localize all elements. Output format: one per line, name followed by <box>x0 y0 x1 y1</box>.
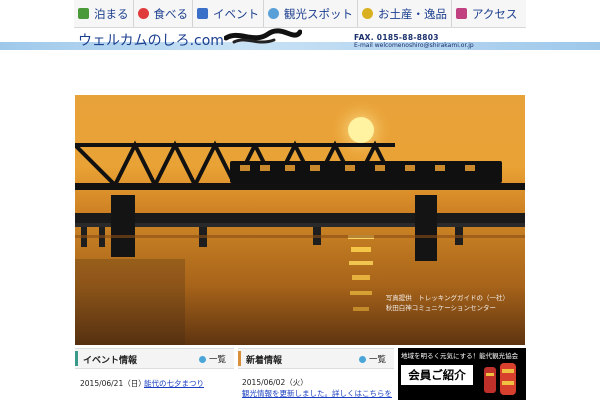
event-date: 2015/06/21（日） <box>80 379 146 388</box>
nav-item-sightseeing-label: 観光スポット <box>284 6 353 21</box>
hero-photo: 写真提供 トレッキングガイドの（一社） 秋田白神コミュニケーションセンター <box>75 95 525 345</box>
member-banner-title: 会員ご紹介 <box>401 365 473 385</box>
nav-item-souvenir[interactable]: お土産・逸品 <box>358 0 452 27</box>
nav-item-stay-label: 泊まる <box>94 6 129 21</box>
event-link[interactable]: 能代の七夕まつり <box>144 378 234 389</box>
nav-item-event-label: イベント <box>213 6 259 21</box>
top-navigation: 泊まる 食べる イベント 観光スポット お土産・逸品 アクセス <box>74 0 526 28</box>
email-address-link[interactable]: E-mail welcomenoshiro@shirakami.or.jp <box>354 42 474 49</box>
arrow-circle-icon <box>198 356 206 363</box>
calendar-icon <box>197 8 208 19</box>
train-icon <box>456 8 467 19</box>
site-name-link[interactable]: ウェルカムのしろ.com <box>78 30 224 50</box>
events-header-accent <box>75 351 78 366</box>
news-link[interactable]: 観光情報を更新しました。詳しくはこちらをご覧ください <box>242 388 392 399</box>
arrow-circle-icon <box>358 356 366 363</box>
events-panel-header: イベント情報 一覧 <box>75 348 234 369</box>
nav-item-access-label: アクセス <box>472 6 518 21</box>
nav-item-access[interactable]: アクセス <box>452 0 521 27</box>
news-list-link-label: 一覧 <box>368 355 386 365</box>
news-list-link[interactable]: 一覧 <box>358 353 386 365</box>
hero-dark-overlay <box>75 259 185 345</box>
nav-item-event[interactable]: イベント <box>193 0 264 27</box>
festival-lantern-icon <box>484 363 516 395</box>
food-icon <box>137 8 149 19</box>
hotel-icon <box>78 8 89 19</box>
photo-credit-line-2: 秋田白神コミュニケーションセンター <box>385 304 497 312</box>
events-list-link-label: 一覧 <box>208 355 226 365</box>
events-panel-title: イベント情報 <box>83 356 138 366</box>
nav-item-stay[interactable]: 泊まる <box>74 0 134 27</box>
nav-item-sightseeing[interactable]: 観光スポット <box>264 0 358 27</box>
news-panel-header: 新着情報 一覧 <box>238 348 394 369</box>
member-banner-tagline: 地域を明るく元気にする！能代観光協会 <box>401 352 519 360</box>
sun <box>348 117 374 143</box>
fax-number: FAX. 0185-88-8803 <box>354 33 439 42</box>
member-introduction-banner[interactable]: 地域を明るく元気にする！能代観光協会 会員ご紹介 <box>398 348 526 400</box>
nav-item-eat[interactable]: 食べる <box>134 0 193 27</box>
news-panel-title: 新着情報 <box>246 356 283 366</box>
camera-icon <box>268 8 279 19</box>
nav-item-souvenir-label: お土産・逸品 <box>378 6 447 21</box>
nav-item-eat-label: 食べる <box>153 6 189 21</box>
brush-logo-mark <box>224 28 302 44</box>
news-header-accent <box>238 351 241 366</box>
photo-credit-caption: 写真提供 トレッキングガイドの（一社） 秋田白神コミュニケーションセンター <box>386 293 509 313</box>
photo-credit-line-1: 写真提供 トレッキングガイドの（一社） <box>385 294 509 302</box>
news-date: 2015/06/02（火） <box>242 378 308 387</box>
gift-icon <box>362 8 373 19</box>
events-list-link[interactable]: 一覧 <box>198 353 226 365</box>
